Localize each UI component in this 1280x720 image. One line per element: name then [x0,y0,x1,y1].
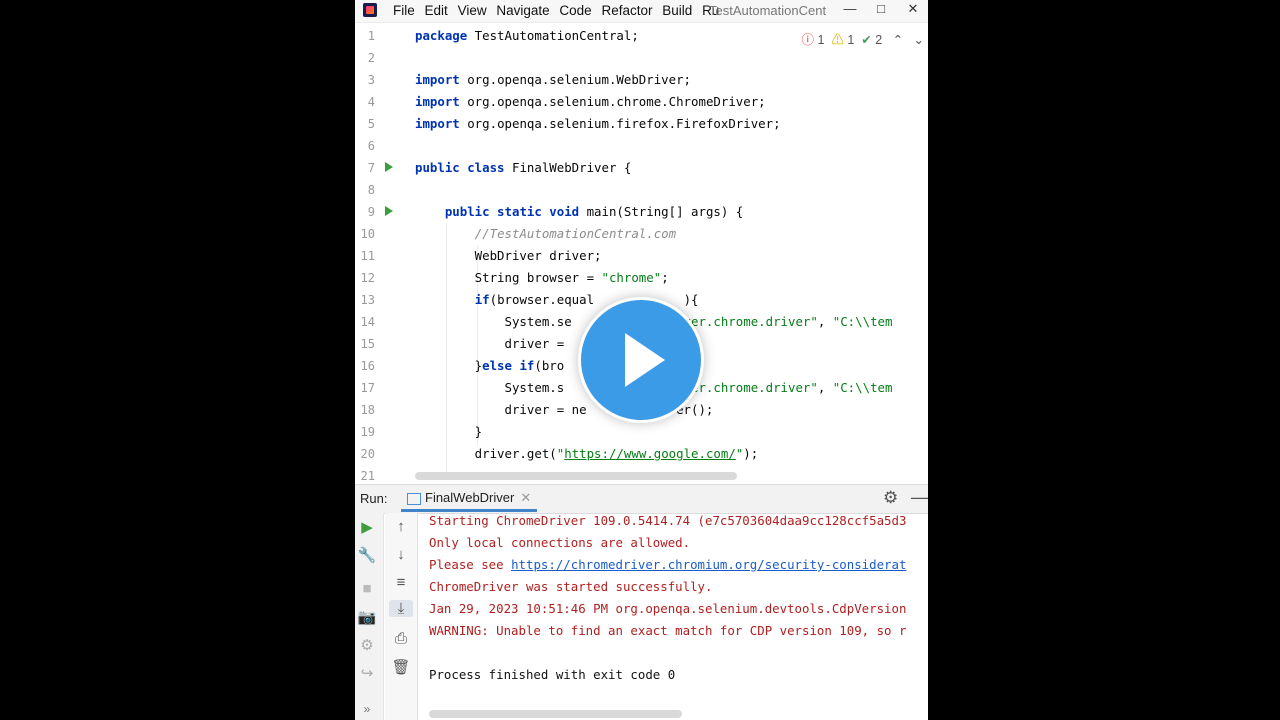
line-number: 1 [367,29,375,43]
wrench-icon[interactable]: 🔧 [355,546,379,564]
console-line: Jan 29, 2023 10:51:46 PM org.openqa.sele… [429,601,907,616]
exit-icon[interactable]: ↪ [355,664,379,682]
console-horizontal-scrollbar[interactable] [429,710,682,718]
menu-code[interactable]: Code [559,3,591,18]
warning-icon: ⚠ [831,33,844,47]
project-title: TestAutomationCentr [709,3,827,18]
run-class-icon[interactable] [385,162,393,172]
line-number: 6 [367,139,375,153]
code-line: public class FinalWebDriver { [415,160,632,175]
title-bar: File Edit View Navigate Code Refactor Bu… [355,0,928,23]
trash-icon[interactable]: 🗑 [389,658,413,676]
code-line: } [415,424,483,439]
code-line: import org.openqa.selenium.firefox.Firef… [415,116,781,131]
line-number: 21 [360,469,375,483]
console-link[interactable]: https://chromedriver.chromium.org/securi… [511,557,906,572]
video-play-icon[interactable] [578,297,704,423]
code-line: String browser = "chrome"; [415,270,669,285]
console-line: Starting ChromeDriver 109.0.5414.74 (e7c… [429,513,907,528]
code-line: public static void main(String[] args) { [444,204,744,219]
stop-icon[interactable]: ■ [355,580,379,597]
line-number: 9 [367,205,375,219]
line-number: 16 [360,359,375,373]
error-count: 1 [817,33,825,47]
inspection-widget[interactable]: ⓘ 1 ⚠ 1 ✔ 2 ⌃ ⌄ [801,29,924,48]
print-icon[interactable]: ⎙ [389,630,413,647]
camera-icon[interactable]: 📷 [355,608,379,626]
console-line: ChromeDriver was started successfully. [429,579,713,594]
line-number: 8 [367,183,375,197]
line-number: 11 [360,249,375,263]
up-arrow-icon[interactable]: ↑ [389,518,413,535]
rerun-icon[interactable]: ▶ [355,518,379,536]
line-number: 13 [360,293,375,307]
menu-file[interactable]: File [393,3,415,18]
menu-edit[interactable]: Edit [425,3,448,18]
close-tab-icon[interactable]: ✕ [520,490,531,505]
run-config-icon [407,492,421,505]
soft-wrap-icon[interactable]: ≡ [389,574,413,591]
maximize-button[interactable]: □ [868,0,894,20]
scroll-to-end-icon[interactable]: ⤓ [389,600,413,617]
console-line: Only local connections are allowed. [429,535,691,550]
console-text: Please see [429,557,512,572]
menu-navigate[interactable]: Navigate [496,3,549,18]
console-line: WARNING: Unable to find an exact match f… [429,623,907,638]
error-icon: ⓘ [801,33,814,47]
line-number: 20 [360,447,375,461]
run-tab[interactable]: FinalWebDriver ✕ [401,485,538,512]
run-main-icon[interactable] [385,206,393,216]
line-number: 19 [360,425,375,439]
console-line: Please see https://chromedriver.chromium… [429,557,906,572]
down-arrow-icon[interactable]: ↓ [389,546,413,563]
warning-count: 1 [847,33,855,47]
code-line: //TestAutomationCentral.com [474,226,677,241]
line-number: 15 [360,337,375,351]
intellij-logo-icon [363,3,377,17]
code-line: package TestAutomationCentral; [415,28,639,43]
line-number: 17 [360,381,375,395]
menu-build[interactable]: Build [662,3,692,18]
code-line: import org.openqa.selenium.chrome.Chrome… [415,94,766,109]
console-toolbar: ↑ ↓ ≡ ⤓ ⎙ 🗑 [385,513,418,720]
code-line: driver.get("https://www.google.com/"); [415,446,759,461]
close-button[interactable]: ✕ [900,0,926,20]
code-line: import org.openqa.selenium.WebDriver; [415,72,692,87]
run-console[interactable]: Starting ChromeDriver 109.0.5414.74 (e7c… [429,513,928,720]
console-line: Process finished with exit code 0 [429,667,676,682]
line-number: 10 [360,227,375,241]
line-number: 3 [367,73,375,87]
menu-view[interactable]: View [458,3,487,18]
restore-layout-icon[interactable]: ⚙ [355,636,379,654]
more-icon[interactable]: » [355,702,379,716]
line-number: 2 [367,51,375,65]
menu-refactor[interactable]: Refactor [601,3,652,18]
line-number: 18 [360,403,375,417]
gear-icon[interactable]: ⚙ [883,488,898,508]
line-number: 5 [367,117,375,131]
line-number: 7 [367,161,375,175]
previous-highlight-icon[interactable]: ⌃ [893,33,903,47]
run-tab-label: FinalWebDriver [425,490,515,505]
typo-icon: ✔ [861,33,872,47]
line-number: 4 [367,95,375,109]
run-label: Run: [360,491,388,506]
editor-horizontal-scrollbar[interactable] [415,472,737,480]
typo-count: 2 [875,33,883,47]
code-line: WebDriver driver; [415,248,602,263]
minimize-button[interactable]: — [837,0,863,20]
run-actions-toolbar: ▶ 🔧 ■ 📷 ⚙ ↪ » [355,513,384,720]
line-number: 12 [360,271,375,285]
run-toolwindow-header: Run: FinalWebDriver ✕ ⚙ — [355,484,928,514]
main-menu: File Edit View Navigate Code Refactor Bu… [393,3,725,18]
line-number: 14 [360,315,375,329]
hide-toolwindow-icon[interactable]: — [911,487,928,508]
next-highlight-icon[interactable]: ⌄ [914,33,924,47]
